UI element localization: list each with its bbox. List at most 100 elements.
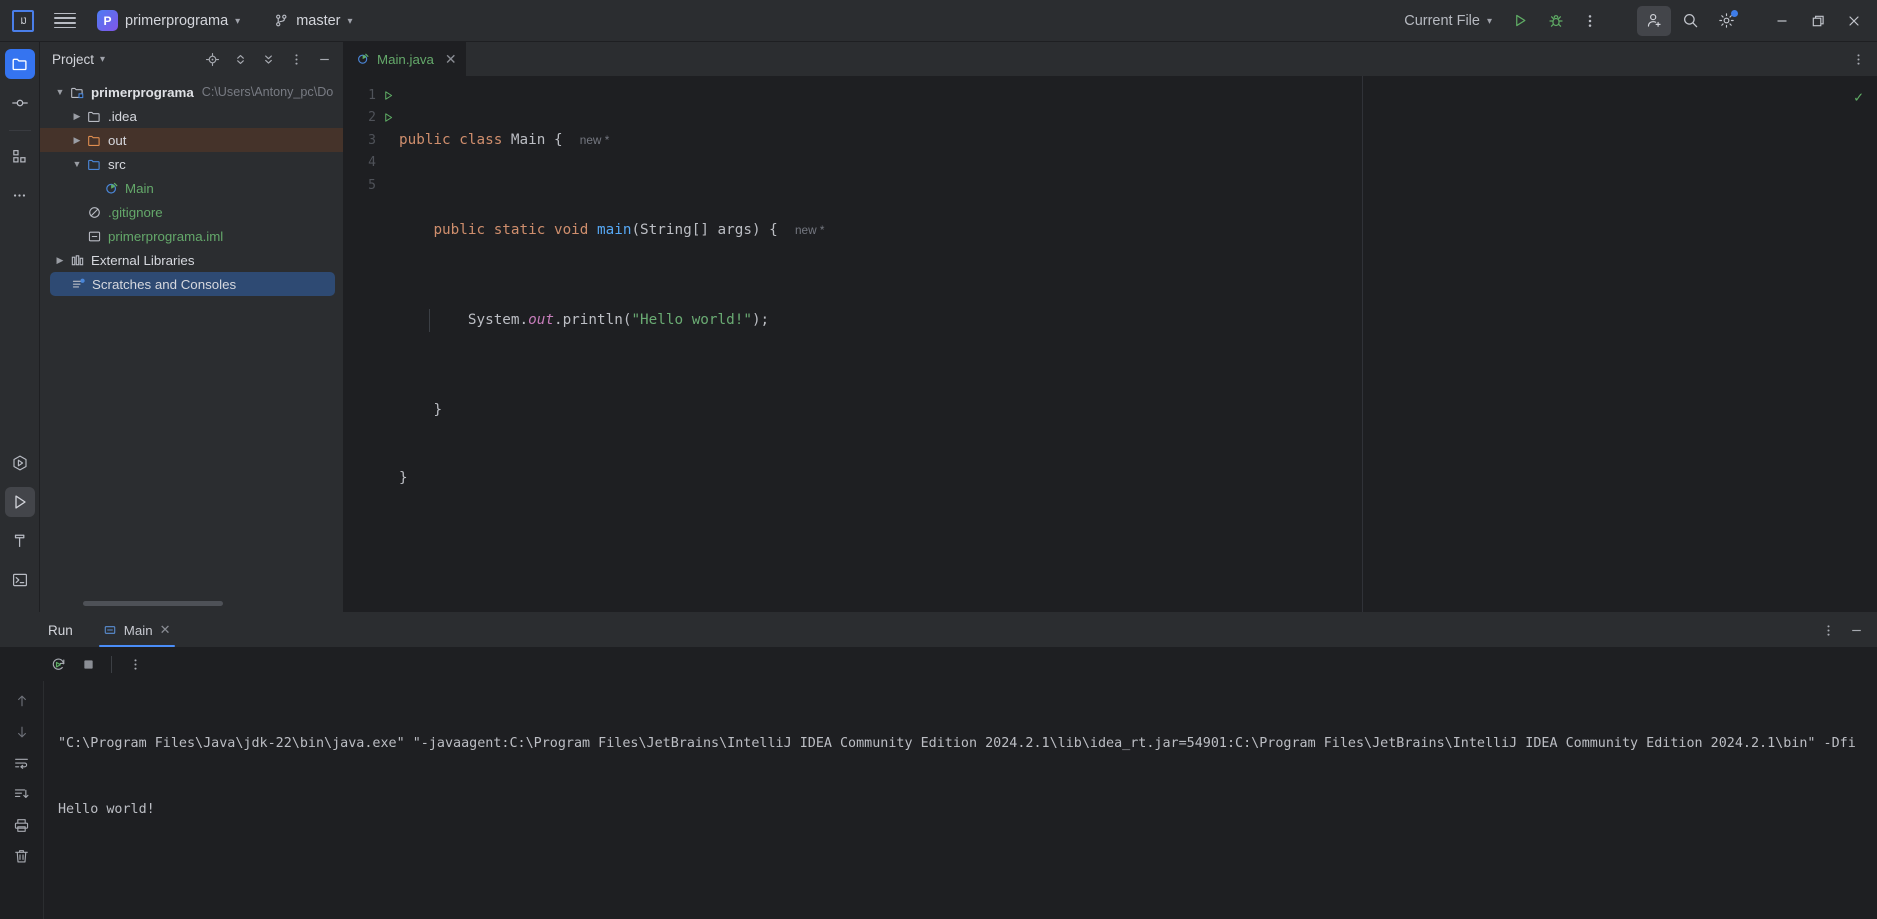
- terminal-icon: [11, 571, 29, 589]
- module-folder-icon: [68, 85, 86, 100]
- main-body: Project ▾ ▼ primerprograma C:\Users\Anto…: [0, 42, 1877, 612]
- console-side-toolbar: [0, 681, 44, 919]
- system-ref: System.: [467, 312, 529, 328]
- class-name-main: Main: [510, 132, 546, 148]
- tree-row-src[interactable]: ▼ src: [40, 152, 343, 176]
- editor-tab-main-java[interactable]: Main.java ✕: [343, 42, 466, 76]
- close-icon[interactable]: [1837, 6, 1871, 36]
- options-icon[interactable]: [283, 46, 309, 72]
- branch-selector[interactable]: master ▾: [265, 9, 361, 33]
- structure-icon: [11, 148, 28, 165]
- chevron-down-icon[interactable]: ▼: [69, 159, 85, 169]
- code-content[interactable]: public class Main { new * public static …: [399, 76, 1877, 612]
- expand-collapse-icon[interactable]: [227, 46, 253, 72]
- minimize-icon[interactable]: [1765, 6, 1799, 36]
- tree-row-out[interactable]: ▶ out: [40, 128, 343, 152]
- close-icon[interactable]: ✕: [160, 622, 171, 638]
- kw-public: public: [399, 132, 451, 148]
- scratches-icon: [69, 277, 87, 292]
- sidebar-item-commit[interactable]: [5, 88, 35, 118]
- run-gutter-icon[interactable]: [382, 112, 395, 123]
- gear-icon[interactable]: [1709, 6, 1743, 36]
- sidebar-item-project[interactable]: [4, 49, 35, 79]
- more-vertical-icon[interactable]: [1845, 46, 1871, 72]
- hide-icon[interactable]: [311, 46, 337, 72]
- editor-gutter[interactable]: 1 2 3 4 5: [343, 76, 399, 612]
- project-tool-window-header: Project ▾: [40, 42, 343, 76]
- string-literal: "Hello world!": [631, 312, 752, 328]
- inlay-hint-new[interactable]: new *: [580, 133, 610, 147]
- soft-wrap-icon[interactable]: [8, 749, 36, 777]
- sidebar-item-more-tool-windows[interactable]: [5, 180, 35, 210]
- code-editor[interactable]: 1 2 3 4 5 public class Main {new * publ…: [343, 76, 1877, 612]
- console-output[interactable]: "C:\Program Files\Java\jdk-22\bin\java.e…: [44, 681, 1877, 919]
- more-vertical-icon[interactable]: [1575, 6, 1605, 36]
- hide-icon[interactable]: [1843, 617, 1869, 643]
- tree-row-primerprograma[interactable]: ▼ primerprograma C:\Users\Antony_pc\Do: [40, 80, 343, 104]
- chevron-right-icon[interactable]: ▶: [69, 135, 85, 146]
- tree-label-main: Main: [125, 180, 154, 196]
- more-horizontal-icon: [11, 187, 28, 204]
- tree-row-external-libraries[interactable]: ▶ External Libraries: [40, 248, 343, 272]
- search-icon[interactable]: [1673, 6, 1707, 36]
- next-occurrence-icon[interactable]: [8, 718, 36, 746]
- intellij-logo-icon[interactable]: IJ: [12, 9, 34, 32]
- tree-label-idea: .idea: [108, 108, 137, 124]
- sidebar-item-build[interactable]: [5, 526, 35, 556]
- select-opened-file-icon[interactable]: [199, 46, 225, 72]
- chevron-down-icon[interactable]: ▾: [100, 55, 105, 65]
- run-icon[interactable]: [1503, 6, 1537, 36]
- run-configuration-selector[interactable]: Current File ▾: [1395, 9, 1501, 33]
- method-params: (String[] args) {: [631, 222, 778, 238]
- console-area: "C:\Program Files\Java\jdk-22\bin\java.e…: [0, 681, 1877, 919]
- project-tree-horizontal-scrollbar[interactable]: [83, 601, 223, 606]
- stop-icon[interactable]: [74, 650, 102, 678]
- debug-icon[interactable]: [1539, 6, 1573, 36]
- options-icon[interactable]: [1815, 617, 1841, 643]
- collapse-all-icon[interactable]: [255, 46, 281, 72]
- code-line-3: System.out.println("Hello world!");: [399, 309, 1877, 332]
- add-user-icon[interactable]: [1637, 5, 1671, 36]
- println-call: .println(: [553, 312, 632, 328]
- run-tab-main[interactable]: Main ✕: [98, 613, 175, 647]
- scroll-to-end-icon[interactable]: [8, 780, 36, 808]
- code-line-5: }: [399, 467, 1877, 490]
- tree-row-scratches-and-consoles[interactable]: Scratches and Consoles: [50, 272, 335, 296]
- more-vertical-icon[interactable]: [121, 650, 149, 678]
- chevron-down-icon[interactable]: ▼: [52, 87, 68, 97]
- gutter-line-5: 5: [343, 174, 399, 197]
- previous-occurrence-icon[interactable]: [8, 687, 36, 715]
- title-bar: IJ P primerprograma ▾ master ▾ Current F…: [0, 0, 1877, 42]
- inlay-hint-new[interactable]: new *: [795, 223, 825, 237]
- tree-label-primerprograma: primerprograma: [91, 84, 194, 100]
- print-icon[interactable]: [8, 811, 36, 839]
- chevron-right-icon[interactable]: ▶: [52, 255, 68, 266]
- sidebar-item-terminal[interactable]: [5, 565, 35, 595]
- tree-row-idea[interactable]: ▶ .idea: [40, 104, 343, 128]
- toolbar-divider: [111, 655, 112, 673]
- commit-icon: [11, 94, 29, 112]
- project-selector[interactable]: P primerprograma ▾: [92, 6, 249, 35]
- run-toolbar: [0, 647, 1877, 681]
- tree-path-hint: C:\Users\Antony_pc\Do: [201, 85, 334, 99]
- sidebar-item-structure[interactable]: [5, 141, 35, 171]
- line-number: 4: [368, 155, 376, 171]
- clear-all-icon[interactable]: [8, 842, 36, 870]
- tree-row-main[interactable]: Main: [40, 176, 343, 200]
- project-tree[interactable]: ▼ primerprograma C:\Users\Antony_pc\Do ▶: [40, 76, 343, 612]
- run-gutter-icon[interactable]: [382, 90, 395, 101]
- tree-row-iml[interactable]: primerprograma.iml: [40, 224, 343, 248]
- rerun-icon[interactable]: [44, 650, 72, 678]
- sidebar-item-run-with-coverage[interactable]: [5, 448, 35, 478]
- sidebar-item-run[interactable]: [4, 487, 35, 517]
- tree-row-gitignore[interactable]: .gitignore: [40, 200, 343, 224]
- maximize-icon[interactable]: [1801, 6, 1835, 36]
- inspection-status-widget[interactable]: ✓: [1854, 86, 1863, 109]
- folder-icon: [85, 109, 103, 124]
- title-bar-left: IJ P primerprograma ▾ master ▾: [6, 6, 362, 36]
- hamburger-menu-icon[interactable]: [48, 6, 82, 36]
- run-tool-window: Run Main ✕ "C:\Program Files\Java\jdk-22…: [0, 612, 1877, 919]
- brace-open: {: [553, 132, 563, 148]
- chevron-right-icon[interactable]: ▶: [69, 111, 85, 122]
- close-icon[interactable]: ✕: [445, 51, 457, 68]
